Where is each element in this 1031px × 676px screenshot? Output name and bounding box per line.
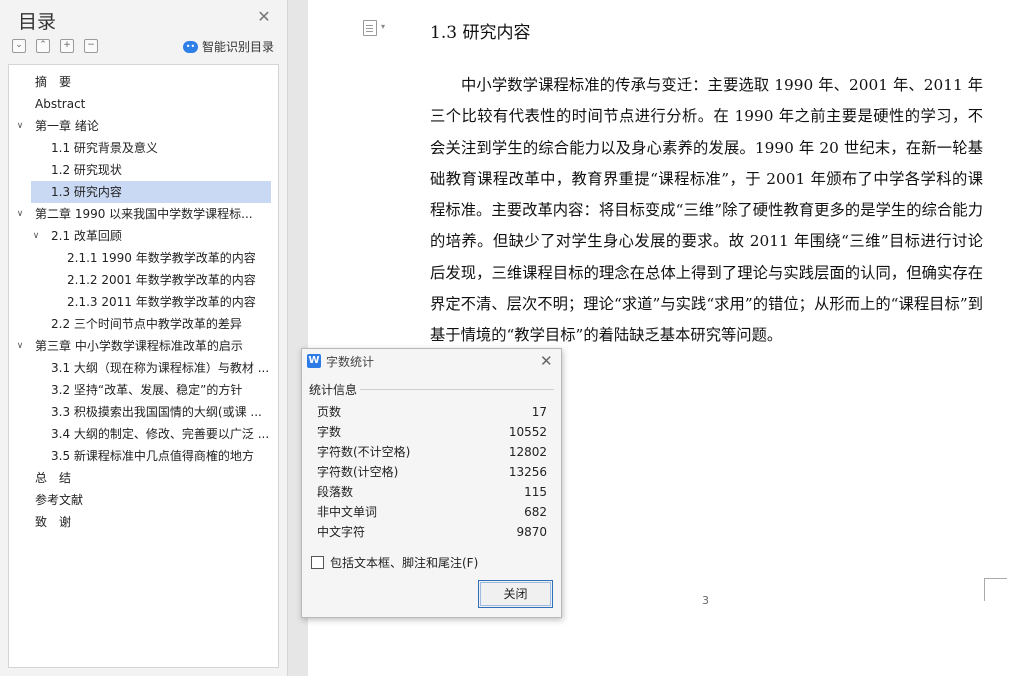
stats-list: 页数 17 字数 10552 字符数(不计空格) 12802 字符数(计空格) 13256 段落… — [317, 402, 547, 542]
checkbox-icon[interactable] — [311, 556, 324, 569]
toc-item[interactable]: 3.5 新课程标准中几点值得商榷的地方 — [9, 445, 278, 467]
checkbox-label: 包括文本框、脚注和尾注(F) — [330, 556, 479, 570]
stat-row: 字数 10552 — [317, 422, 547, 442]
toc-item-label: 1.2 研究现状 — [51, 163, 122, 177]
stat-label: 段落数 — [317, 485, 354, 499]
toc-item-label: 总 结 — [35, 471, 72, 485]
toc-item-label: 1.1 研究背景及意义 — [51, 141, 158, 155]
body-paragraph: 中小学数学课程标准的传承与变迁：主要选取 1990 年、2001 年、2011 … — [430, 76, 983, 345]
toc-item-label: 2.1.3 2011 年数学教学改革的内容 — [67, 295, 256, 309]
toc-item[interactable]: ∨ 第三章 中小学数学课程标准改革的启示 — [9, 335, 278, 357]
word-count-dialog: W 字数统计 ✕ 统计信息 页数 17 字数 10552 字符数(不计空格) 12802 字… — [301, 348, 562, 618]
stat-row: 字符数(不计空格) 12802 — [317, 442, 547, 462]
toc-item[interactable]: 3.4 大纲的制定、修改、完善要以广泛 ... — [9, 423, 278, 445]
smart-toc-icon: •• — [183, 40, 198, 53]
toc-item[interactable]: ∨ 第一章 绪论 — [9, 115, 278, 137]
stat-row: 字符数(计空格) 13256 — [317, 462, 547, 482]
toc-item[interactable]: 参考文献 — [9, 489, 278, 511]
toc-item[interactable]: 1.1 研究背景及意义 — [9, 137, 278, 159]
toc-item-label: 摘 要 — [35, 75, 72, 89]
toc-toolbar: ⌄ ⌃ + − — [12, 39, 98, 53]
stat-label: 字符数(不计空格) — [317, 445, 411, 459]
toc-list: 摘 要 Abstract ∨ 第一章 绪论 1.1 研究背景及意义 1.2 研究现状 1.3… — [9, 65, 278, 533]
stats-section-label: 统计信息 — [309, 383, 358, 397]
toc-item-label: 致 谢 — [35, 515, 72, 529]
include-textbox-checkbox[interactable]: 包括文本框、脚注和尾注(F) — [311, 554, 478, 571]
stat-label: 字数 — [317, 425, 342, 439]
remove-icon[interactable]: − — [84, 39, 98, 53]
document-icon[interactable] — [363, 20, 377, 36]
wps-logo-icon: W — [307, 354, 321, 368]
divider — [360, 389, 554, 390]
stat-value: 17 — [531, 405, 547, 419]
toc-list-panel: 摘 要 Abstract ∨ 第一章 绪论 1.1 研究背景及意义 1.2 研究现状 1.3… — [8, 64, 279, 668]
page-number: 3 — [702, 594, 709, 607]
stat-row: 页数 17 — [317, 402, 547, 422]
toc-item-label: 2.1.1 1990 年数学教学改革的内容 — [67, 251, 256, 265]
chevron-down-icon[interactable]: ∨ — [14, 115, 26, 137]
stat-value: 9870 — [516, 525, 547, 539]
toc-item-label: Abstract — [35, 97, 86, 111]
toc-item[interactable]: 2.1.1 1990 年数学教学改革的内容 — [9, 247, 278, 269]
toc-item-label: 2.2 三个时间节点中教学改革的差异 — [51, 317, 242, 331]
section-heading: 1.3 研究内容 — [430, 23, 531, 43]
dialog-title: 字数统计 — [326, 355, 375, 369]
toc-item[interactable]: 致 谢 — [9, 511, 278, 533]
stat-label: 中文字符 — [317, 525, 366, 539]
close-icon[interactable]: ✕ — [256, 9, 272, 25]
toc-item[interactable]: 2.1.3 2011 年数学教学改革的内容 — [9, 291, 278, 313]
stat-row: 段落数 115 — [317, 482, 547, 502]
toc-item-label: 3.4 大纲的制定、修改、完善要以广泛 ... — [51, 427, 270, 441]
stat-value: 12802 — [508, 445, 547, 459]
stat-row: 中文字符 9870 — [317, 522, 547, 542]
toc-item-label: 3.3 积极摸索出我国国情的大纲(或课 ... — [51, 405, 262, 419]
toc-item-label: 第二章 1990 以来我国中学数学课程标... — [35, 207, 253, 221]
toc-item-label: 3.5 新课程标准中几点值得商榷的地方 — [51, 449, 254, 463]
chevron-down-icon[interactable]: ∨ — [14, 335, 26, 357]
stat-label: 非中文单词 — [317, 505, 378, 519]
toc-item-label: 3.2 坚持“改革、发展、稳定”的方针 — [51, 383, 243, 397]
toc-title: 目录 — [18, 11, 57, 33]
toc-item-label: 第一章 绪论 — [35, 119, 99, 133]
toc-item[interactable]: 摘 要 — [9, 71, 278, 93]
toc-sidebar: 目录 ✕ ⌄ ⌃ + − •• 智能识别目录 摘 要 Abstract ∨ 第一章 绪… — [0, 0, 288, 676]
toc-item[interactable]: 2.1.2 2001 年数学教学改革的内容 — [9, 269, 278, 291]
stat-row: 非中文单词 682 — [317, 502, 547, 522]
toc-item[interactable]: 1.3 研究内容 — [31, 181, 271, 203]
toc-item-label: 1.3 研究内容 — [51, 185, 122, 199]
stat-label: 页数 — [317, 405, 342, 419]
expand-all-icon[interactable]: ⌄ — [12, 39, 26, 53]
toc-item[interactable]: 2.2 三个时间节点中教学改革的差异 — [9, 313, 278, 335]
toc-item[interactable]: Abstract — [9, 93, 278, 115]
toc-item[interactable]: ∨ 第二章 1990 以来我国中学数学课程标... — [9, 203, 278, 225]
toc-item-label: 第三章 中小学数学课程标准改革的启示 — [35, 339, 243, 353]
toc-item-label: 2.1.2 2001 年数学教学改革的内容 — [67, 273, 256, 287]
dialog-titlebar[interactable]: W 字数统计 ✕ — [302, 349, 561, 373]
stat-value: 10552 — [508, 425, 547, 439]
close-button[interactable]: 关闭 — [478, 580, 553, 608]
toc-item[interactable]: ∨ 2.1 改革回顾 — [9, 225, 278, 247]
add-icon[interactable]: + — [60, 39, 74, 53]
close-icon[interactable]: ✕ — [540, 352, 553, 370]
toc-item[interactable]: 1.2 研究现状 — [9, 159, 278, 181]
stat-value: 682 — [524, 505, 547, 519]
page-corner-mark — [984, 578, 1007, 601]
toc-item[interactable]: 3.2 坚持“改革、发展、稳定”的方针 — [9, 379, 278, 401]
chevron-down-icon[interactable]: ∨ — [30, 225, 42, 247]
toc-item[interactable]: 总 结 — [9, 467, 278, 489]
stat-value: 13256 — [508, 465, 547, 479]
toc-item[interactable]: 3.1 大纲（现在称为课程标准）与教材 ... — [9, 357, 278, 379]
stat-label: 字符数(计空格) — [317, 465, 399, 479]
smart-toc-label: 智能识别目录 — [202, 40, 275, 54]
toc-item-label: 参考文献 — [35, 493, 84, 507]
chevron-down-icon[interactable]: ∨ — [14, 203, 26, 225]
toc-item-label: 3.1 大纲（现在称为课程标准）与教材 ... — [51, 361, 270, 375]
collapse-all-icon[interactable]: ⌃ — [36, 39, 50, 53]
stat-value: 115 — [524, 485, 547, 499]
toc-item-label: 2.1 改革回顾 — [51, 229, 122, 243]
smart-toc-button[interactable]: •• 智能识别目录 — [183, 38, 274, 55]
chevron-down-icon[interactable]: ▾ — [381, 22, 385, 31]
toc-item[interactable]: 3.3 积极摸索出我国国情的大纲(或课 ... — [9, 401, 278, 423]
